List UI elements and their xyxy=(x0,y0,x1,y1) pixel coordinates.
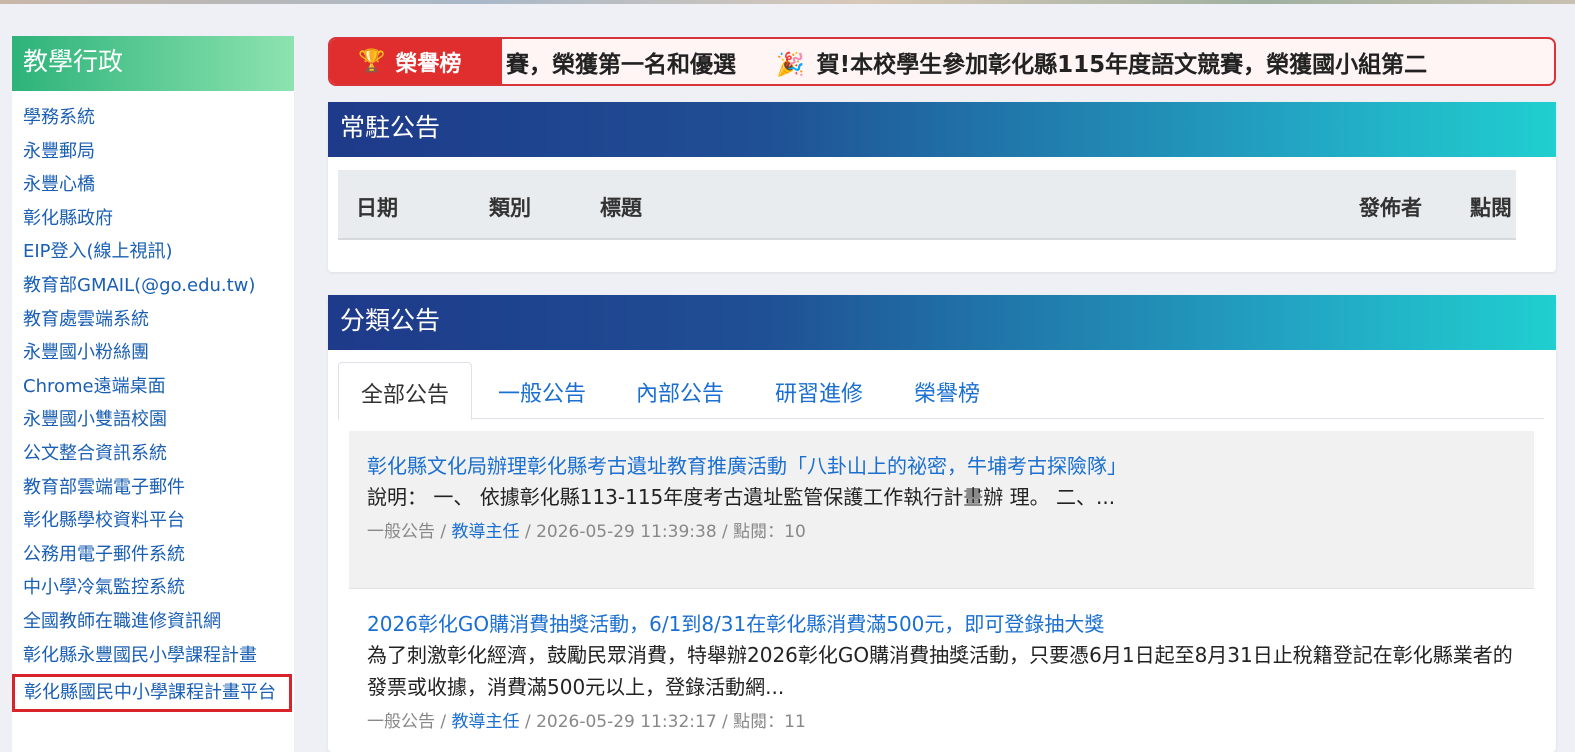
honor-ticker-item-2[interactable]: 🎉 賀!本校學生參加彰化縣115年度語文競賽，榮獲國小組第二 xyxy=(776,45,1427,79)
sidebar-item-ac-monitor[interactable]: 中小學冷氣監控系統 xyxy=(12,571,294,605)
honor-label: 榮譽榜 xyxy=(395,51,462,77)
honor-ticker-item-2-text: 賀!本校學生參加彰化縣115年度語文競賽，榮獲國小組第二 xyxy=(816,51,1428,78)
post-title-link[interactable]: 2026彰化GO購消費抽獎活動，6/1到8/31在彰化縣消費滿500元，即可登錄… xyxy=(367,609,1516,639)
post-date-views: / 2026-05-29 11:39:38 / 點閱：10 xyxy=(519,522,806,542)
post-author-link[interactable]: 教導主任 xyxy=(452,522,520,542)
column-views[interactable]: 點閱 xyxy=(1470,192,1512,222)
column-publisher[interactable]: 發佈者 xyxy=(1359,192,1422,222)
tab-internal[interactable]: 內部公告 xyxy=(636,362,724,419)
honor-ticker-item-1[interactable]: 賽，榮獲第一名和優選 xyxy=(506,45,736,79)
post-meta: 一般公告 / 教導主任 / 2026-05-29 11:39:38 / 點閱：1… xyxy=(367,522,806,542)
post-category: 一般公告 xyxy=(367,522,435,542)
announcement-tabs: 全部公告 一般公告 內部公告 研習進修 榮譽榜 xyxy=(338,362,1544,420)
post-category: 一般公告 xyxy=(367,712,435,732)
post-description: 為了刺激彰化經濟，鼓勵民眾消費，特舉辦2026彰化GO購消費抽獎活動，只要憑6月… xyxy=(367,643,1513,699)
sidebar-item-official-email[interactable]: 公務用電子郵件系統 xyxy=(12,538,294,572)
sidebar-item-teacher-training[interactable]: 全國教師在職進修資訊網 xyxy=(12,605,294,639)
post-author-link[interactable]: 教導主任 xyxy=(452,712,520,732)
pinned-table-header: 日期 類別 標題 發佈者 點閱 xyxy=(338,170,1516,240)
post-title-link[interactable]: 彰化縣文化局辦理彰化縣考古遺址教育推廣活動「八卦山上的祕密，牛埔考古探險隊」 xyxy=(367,451,1516,481)
tab-training[interactable]: 研習進修 xyxy=(775,362,863,419)
sidebar-item-post-office[interactable]: 永豐郵局 xyxy=(12,135,294,169)
pinned-panel-title: 常駐公告 xyxy=(328,102,1556,157)
honor-label-badge: 🏆 榮譽榜 xyxy=(330,39,502,84)
sidebar-item-heart-bridge[interactable]: 永豐心橋 xyxy=(12,168,294,202)
honor-ticker-text[interactable]: 賽，榮獲第一名和優選 🎉 賀!本校學生參加彰化縣115年度語文競賽，榮獲國小組第二 xyxy=(502,45,1427,79)
categorized-announcements-panel: 分類公告 全部公告 一般公告 內部公告 研習進修 榮譽榜 彰化縣文化局辦理彰化縣… xyxy=(328,295,1556,752)
party-popper-icon: 🎉 xyxy=(776,51,805,78)
sidebar-title: 教學行政 xyxy=(12,36,294,91)
post-date-views: / 2026-05-29 11:32:17 / 點閱：11 xyxy=(519,712,806,732)
sidebar-item-fan-page[interactable]: 永豐國小粉絲團 xyxy=(12,336,294,370)
honor-marquee[interactable]: 🏆 榮譽榜 賽，榮獲第一名和優選 🎉 賀!本校學生參加彰化縣115年度語文競賽，榮… xyxy=(328,37,1556,86)
sidebar-item-cloud-email[interactable]: 教育部雲端電子郵件 xyxy=(12,471,294,505)
pinned-announcements-panel: 常駐公告 日期 類別 標題 發佈者 點閱 xyxy=(328,102,1556,272)
sidebar-item-eip-login[interactable]: EIP登入(線上視訊) xyxy=(12,235,294,269)
sidebar-item-cloud-system[interactable]: 教育處雲端系統 xyxy=(12,303,294,337)
categorized-panel-title: 分類公告 xyxy=(328,295,1556,350)
tab-general[interactable]: 一般公告 xyxy=(498,362,586,419)
list-item: 2026彰化GO購消費抽獎活動，6/1到8/31在彰化縣消費滿500元，即可登錄… xyxy=(349,589,1534,752)
list-item: 彰化縣文化局辦理彰化縣考古遺址教育推廣活動「八卦山上的祕密，牛埔考古探險隊」 說… xyxy=(349,431,1534,589)
sidebar-item-curriculum-platform[interactable]: 彰化縣國民中小學課程計畫平台 xyxy=(12,674,292,713)
tab-all[interactable]: 全部公告 xyxy=(338,362,473,420)
column-date[interactable]: 日期 xyxy=(356,192,398,222)
tab-honor[interactable]: 榮譽榜 xyxy=(914,362,980,419)
column-subject[interactable]: 標題 xyxy=(600,192,642,222)
sidebar-item-chrome-remote[interactable]: Chrome遠端桌面 xyxy=(12,370,294,404)
top-banner-strip xyxy=(0,0,1575,4)
sidebar-item-student-affairs[interactable]: 學務系統 xyxy=(12,101,294,135)
trophy-icon: 🏆 xyxy=(358,49,386,74)
post-description: 說明： 一、 依據彰化縣113-115年度考古遺址監管保護工作執行計畫辦 理。 … xyxy=(367,485,1116,509)
sidebar-item-document-system[interactable]: 公文整合資訊系統 xyxy=(12,437,294,471)
sidebar-item-school-data[interactable]: 彰化縣學校資料平台 xyxy=(12,504,294,538)
sidebar-item-school-curriculum[interactable]: 彰化縣永豐國民小學課程計畫 xyxy=(12,639,294,673)
sidebar-link-list: 學務系統 永豐郵局 永豐心橋 彰化縣政府 EIP登入(線上視訊) 教育部GMAI… xyxy=(12,91,294,713)
sidebar-item-bilingual[interactable]: 永豐國小雙語校園 xyxy=(12,403,294,437)
column-category[interactable]: 類別 xyxy=(489,192,531,222)
sidebar-teaching-admin: 教學行政 學務系統 永豐郵局 永豐心橋 彰化縣政府 EIP登入(線上視訊) 教育… xyxy=(12,36,294,752)
sidebar-item-gmail[interactable]: 教育部GMAIL(@go.edu.tw) xyxy=(12,269,294,303)
sidebar-item-county-government[interactable]: 彰化縣政府 xyxy=(12,202,294,236)
post-meta: 一般公告 / 教導主任 / 2026-05-29 11:32:17 / 點閱：1… xyxy=(367,712,806,732)
